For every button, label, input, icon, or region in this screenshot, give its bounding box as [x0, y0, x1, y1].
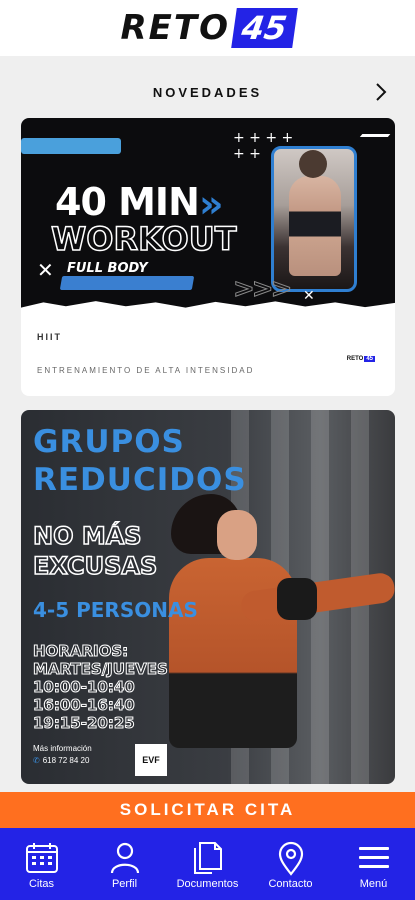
plus-decoration: + + + +	[233, 130, 294, 146]
torn-paper-edge	[21, 301, 395, 318]
menu-icon	[358, 847, 389, 868]
tab-menu[interactable]: Menú	[332, 828, 415, 900]
news-card-grupos[interactable]: GRUPOS REDUCIDOS NO MÁS EXCUSAS 4-5 PERS…	[21, 410, 395, 784]
tab-label: Documentos	[176, 878, 239, 890]
hours-line: 19:15-20:25	[33, 714, 136, 733]
plus-decoration: + +	[233, 146, 261, 162]
app-logo: RETO 45	[120, 8, 298, 48]
tab-documentos[interactable]: Documentos	[166, 828, 249, 900]
phone-value: 618 72 84 20	[42, 756, 90, 765]
card-caption: HIIT RETO 45 ENTRENAMIENTO DE ALTA INTEN…	[21, 318, 395, 396]
tag-stroke	[59, 276, 195, 290]
brush-stroke	[21, 138, 121, 154]
calendar-icon	[25, 843, 58, 873]
banner-tag: FULL BODY	[67, 261, 148, 276]
tab-label: Perfil	[111, 878, 138, 890]
news-section-header: NOVEDADES	[0, 72, 415, 112]
grupos-banner-image: GRUPOS REDUCIDOS NO MÁS EXCUSAS 4-5 PERS…	[21, 410, 395, 784]
athlete-head	[299, 150, 327, 178]
hours-line: 16:00-16:40	[33, 696, 136, 715]
boxer-face	[217, 510, 257, 560]
x-decoration-icon: ✕	[303, 288, 315, 304]
hiit-banner-image: + + + + + + 40 MIN » WORKOUT ✕ FULL BODY…	[21, 118, 395, 318]
brand-badge-logo: EVF	[135, 744, 167, 776]
tab-citas[interactable]: Citas	[0, 828, 83, 900]
card-subtitle: ENTRENAMIENTO DE ALTA INTENSIDAD	[37, 366, 255, 375]
slash-decoration	[355, 134, 391, 142]
tab-perfil[interactable]: Perfil	[83, 828, 166, 900]
tab-label: Citas	[28, 878, 55, 890]
hours-line: MARTES/JUEVES	[33, 660, 169, 679]
phone-number: ✆ 618 72 84 20	[33, 756, 89, 765]
chevron-right-icon[interactable]	[371, 82, 391, 102]
mini-logo-text: RETO	[346, 356, 364, 362]
tab-label: Menú	[359, 878, 388, 890]
banner-title-1: GRUPOS	[33, 424, 185, 460]
tab-contacto[interactable]: Contacto	[249, 828, 332, 900]
banner-title-2: REDUCIDOS	[33, 462, 247, 498]
phone-icon: ✆	[33, 756, 40, 765]
boxing-glove	[277, 578, 317, 620]
card-title: HIIT	[37, 332, 62, 342]
book-appointment-button[interactable]: SOLICITAR CITA	[0, 792, 415, 828]
section-title: NOVEDADES	[152, 84, 263, 100]
documents-icon	[193, 842, 222, 874]
hours-line: 10:00-10:40	[33, 678, 136, 697]
bottom-tab-bar: Citas Perfil Documentos Contacto Menú	[0, 828, 415, 900]
hours-line: HORARIOS:	[32, 642, 129, 661]
location-pin-icon	[278, 841, 303, 876]
book-appointment-label: SOLICITAR CITA	[119, 800, 296, 819]
info-label: Más información	[33, 744, 92, 753]
banner-line-4: EXCUSAS	[32, 551, 158, 581]
tab-label: Contacto	[268, 878, 313, 890]
mini-logo: RETO 45	[347, 356, 375, 362]
banner-line-3: NO MÁS	[32, 521, 142, 551]
logo-number: 45	[231, 8, 298, 48]
mini-logo-number: 45	[364, 356, 375, 362]
logo-text: RETO	[120, 8, 230, 48]
app-header: RETO 45	[0, 0, 415, 56]
news-card-hiit[interactable]: + + + + + + 40 MIN » WORKOUT ✕ FULL BODY…	[21, 118, 395, 396]
x-decoration-icon: ✕	[37, 258, 54, 282]
user-icon	[110, 842, 139, 874]
athlete-figure	[289, 176, 341, 276]
outline-chevrons-icon: >>>	[232, 274, 292, 305]
group-size: 4-5 PERSONAS	[33, 598, 198, 622]
banner-headline-1: 40 MIN	[55, 180, 200, 224]
banner-headline-2: WORKOUT	[50, 219, 237, 259]
